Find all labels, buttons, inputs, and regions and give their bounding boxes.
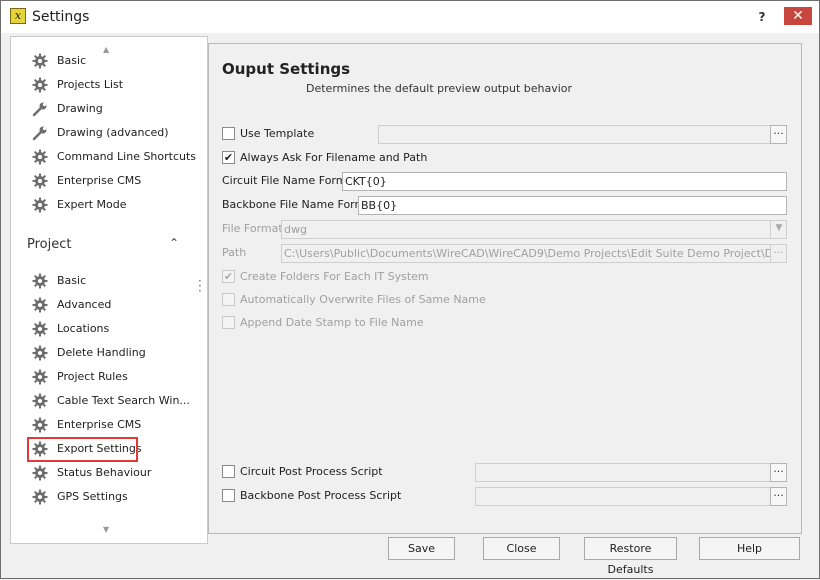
scroll-down-icon[interactable]: ▼ [103, 525, 109, 534]
selection-highlight [27, 437, 138, 462]
auto-overwrite-label: Automatically Overwrite Files of Same Na… [240, 293, 486, 306]
circuit-script-browse-button[interactable]: ··· [770, 463, 787, 482]
template-browse-button[interactable]: ··· [770, 125, 787, 144]
window-title: Settings [32, 9, 90, 25]
auto-overwrite-checkbox [222, 293, 235, 306]
gear-icon [32, 393, 48, 409]
always-ask-label: Always Ask For Filename and Path [240, 151, 428, 164]
gear-icon [32, 149, 48, 165]
nav-item-label: Drawing [57, 102, 103, 115]
backbone-format-input[interactable]: BB{0} [358, 196, 787, 215]
nav-item-label: Status Behaviour [57, 466, 152, 479]
save-button[interactable]: Save [388, 537, 455, 560]
collapse-chevron-icon[interactable]: ⌃ [169, 236, 179, 250]
file-format-select: dwg [281, 220, 787, 239]
backbone-script-checkbox[interactable] [222, 489, 235, 502]
backbone-script-label: Backbone Post Process Script [240, 489, 402, 502]
gear-icon [32, 77, 48, 93]
gear-icon [32, 417, 48, 433]
settings-nav-sidebar[interactable]: ▲ Basic Projects List Drawing Drawing (adva… [10, 36, 208, 544]
file-format-label: File Format [222, 222, 283, 235]
gear-icon [32, 53, 48, 69]
app-logo-icon: x [10, 8, 26, 24]
nav-item-label: Delete Handling [57, 346, 146, 359]
nav-item-label: Projects List [57, 78, 124, 91]
circuit-script-field [475, 463, 771, 482]
splitter-handle-icon[interactable]: · · · [198, 275, 204, 297]
scroll-up-icon[interactable]: ▲ [103, 45, 109, 54]
circuit-script-checkbox[interactable] [222, 465, 235, 478]
circuit-script-label: Circuit Post Process Script [240, 465, 383, 478]
backbone-format-label: Backbone File Name Format [222, 198, 377, 211]
gear-icon [32, 297, 48, 313]
help-title-button[interactable]: ? [754, 9, 770, 25]
create-folders-checkbox: ✔ [222, 270, 235, 283]
nav-item-label: Enterprise CMS [57, 418, 142, 431]
template-path-field [378, 125, 771, 144]
restore-defaults-button[interactable]: Restore Defaults [584, 537, 677, 576]
nav-item-label: Basic [57, 274, 87, 287]
path-label: Path [222, 246, 247, 259]
gear-icon [32, 321, 48, 337]
use-template-checkbox[interactable] [222, 127, 235, 140]
close-button[interactable]: Close [483, 537, 560, 560]
gear-icon [32, 489, 48, 505]
path-field: C:\Users\Public\Documents\WireCAD\WireCA… [281, 244, 771, 263]
settings-window: x Settings ? ✕ ▲ Basic Projects List Drawi… [0, 0, 820, 579]
always-ask-checkbox[interactable]: ✔ [222, 151, 235, 164]
gear-icon [32, 173, 48, 189]
append-date-label: Append Date Stamp to File Name [240, 316, 424, 329]
nav-item-label: Advanced [57, 298, 112, 311]
output-settings-panel: Ouput Settings Determines the default pr… [208, 43, 802, 534]
append-date-checkbox [222, 316, 235, 329]
nav-item-label: Locations [57, 322, 110, 335]
title-bar[interactable]: x Settings ? ✕ [1, 1, 819, 33]
nav-item-label: Basic [57, 54, 87, 67]
nav-item-label: Cable Text Search Win... [57, 394, 190, 407]
path-browse-button: ··· [770, 244, 787, 263]
gear-icon [32, 465, 48, 481]
nav-item-label: Command Line Shortcuts [57, 150, 197, 163]
page-subtitle: Determines the default preview output be… [306, 82, 573, 95]
backbone-script-field [475, 487, 771, 506]
page-title: Ouput Settings [222, 60, 351, 78]
backbone-script-browse-button[interactable]: ··· [770, 487, 787, 506]
nav-item-label: Enterprise CMS [57, 174, 142, 187]
gear-icon [32, 369, 48, 385]
nav-item-label: Drawing (advanced) [57, 126, 169, 139]
help-button[interactable]: Help [699, 537, 800, 560]
circuit-format-label: Circuit File Name Format [222, 174, 358, 187]
use-template-label: Use Template [240, 127, 315, 140]
file-format-value: dwg [284, 223, 307, 236]
close-window-button[interactable]: ✕ [784, 7, 812, 25]
wrench-icon [32, 101, 48, 117]
nav-item-label: GPS Settings [57, 490, 128, 503]
circuit-format-input[interactable]: CKT{0} [342, 172, 787, 191]
chevron-down-icon: ▼ [770, 220, 787, 239]
gear-icon [32, 345, 48, 361]
gear-icon [32, 273, 48, 289]
wrench-icon [32, 125, 48, 141]
nav-item-label: Project Rules [57, 370, 128, 383]
gear-icon [32, 197, 48, 213]
create-folders-label: Create Folders For Each IT System [240, 270, 429, 283]
project-section-title: Project [27, 237, 72, 252]
nav-item-label: Expert Mode [57, 198, 127, 211]
